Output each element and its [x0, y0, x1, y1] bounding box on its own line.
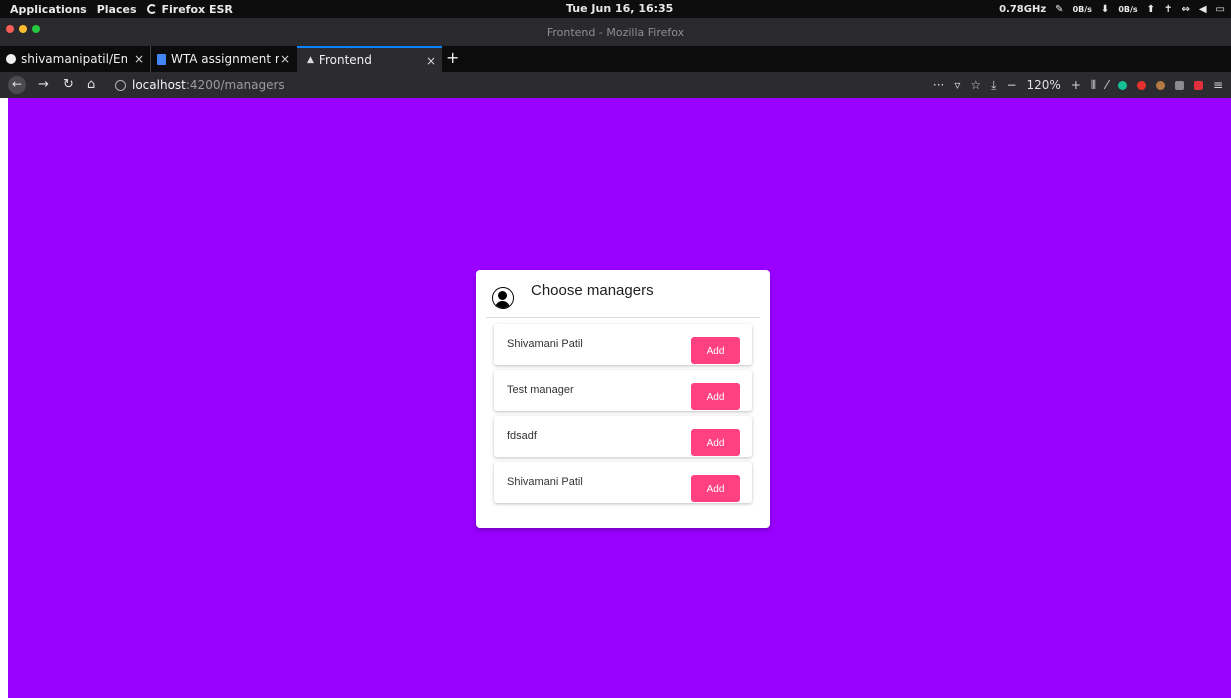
firefox-icon — [146, 4, 157, 14]
net-up-speed: 0B/s — [1118, 4, 1138, 14]
system-menu-group: Applications Places Firefox ESR — [10, 0, 233, 18]
address-bar[interactable]: localhost:4200/managers — [115, 72, 285, 98]
net-down-speed: 0B/s — [1072, 4, 1092, 14]
volume-icon[interactable]: ◀ — [1199, 4, 1207, 15]
tab-close-icon[interactable]: × — [426, 48, 436, 72]
hamburger-menu-icon[interactable]: ≡ — [1213, 78, 1223, 92]
url-host: localhost — [132, 78, 186, 92]
navigation-bar: ← → ↻ ⌂ localhost:4200/managers ··· ▿ ☆ … — [0, 72, 1231, 98]
adblock-extension-icon[interactable] — [1136, 80, 1146, 90]
manager-list-item: Shivamani Patil Add — [494, 324, 752, 365]
new-tab-button[interactable]: + — [446, 46, 459, 72]
system-clock[interactable]: Tue Jun 16, 16:35 — [566, 0, 673, 18]
manager-name: Shivamani Patil — [507, 476, 583, 488]
github-icon — [6, 54, 16, 64]
page-actions-icon[interactable]: ··· — [933, 78, 944, 92]
info-icon[interactable] — [115, 79, 126, 91]
url-path: :4200/managers — [185, 78, 285, 92]
screen: Applications Places Firefox ESR Tue Jun … — [0, 0, 1231, 698]
reload-icon[interactable]: ↻ — [63, 72, 74, 98]
user-avatar-icon — [492, 287, 514, 309]
forward-arrow-icon[interactable]: → — [38, 72, 49, 98]
manager-list-item: Shivamani Patil Add — [494, 462, 752, 503]
cookie-extension-icon[interactable] — [1155, 80, 1165, 90]
tab-label: shivamanipatil/Emp — [21, 52, 127, 66]
zoom-level[interactable]: 120% — [1027, 78, 1061, 92]
tab-strip: shivamanipatil/Emp × WTA assignment r × … — [0, 46, 1231, 72]
card-divider — [486, 317, 760, 318]
add-manager-button[interactable]: Add — [691, 337, 740, 364]
cpu-frequency: 0.78GHz — [999, 3, 1047, 15]
manager-name: Shivamani Patil — [507, 338, 583, 350]
accessibility-icon[interactable]: ✝ — [1164, 4, 1172, 15]
tab-label: Frontend — [318, 53, 372, 67]
firefox-esr-label: Firefox ESR — [161, 2, 233, 16]
system-tray: 0.78GHz ✎ 0B/s ⬇ 0B/s ⬆ ✝ ⇔ ◀ ▭ — [999, 0, 1225, 18]
zoom-out-icon[interactable]: − — [1006, 78, 1016, 92]
firefox-esr-launcher[interactable]: Firefox ESR — [146, 2, 233, 16]
back-arrow-icon[interactable]: ← — [8, 76, 26, 94]
applications-menu[interactable]: Applications — [10, 3, 87, 16]
angular-icon: ▲ — [307, 55, 314, 65]
system-top-bar: Applications Places Firefox ESR Tue Jun … — [0, 0, 1231, 18]
download-arrow-icon: ⬇ — [1100, 3, 1110, 15]
manager-name: fdsadf — [507, 430, 537, 442]
battery-icon[interactable]: ▭ — [1216, 4, 1225, 15]
manager-list-item: Test manager Add — [494, 370, 752, 411]
pocket-icon[interactable]: ▿ — [954, 78, 960, 92]
window-title: Frontend - Mozilla Firefox — [546, 26, 685, 39]
card-title: Choose managers — [531, 282, 654, 299]
bookmark-star-icon[interactable]: ☆ — [970, 78, 981, 92]
home-icon[interactable]: ⌂ — [87, 72, 95, 98]
box-extension-icon[interactable] — [1174, 80, 1184, 90]
grammarly-extension-icon[interactable] — [1117, 80, 1127, 90]
pen-extension-icon[interactable]: ⁄ — [1106, 78, 1108, 92]
tab-github[interactable]: shivamanipatil/Emp × — [0, 46, 150, 72]
tab-frontend[interactable]: ▲ Frontend × — [297, 46, 442, 72]
add-manager-button[interactable]: Add — [691, 429, 740, 456]
managers-list: Shivamani Patil Add Test manager Add fds… — [494, 324, 752, 508]
upload-arrow-icon: ⬆ — [1146, 3, 1156, 15]
choose-managers-card: Choose managers Shivamani Patil Add Test… — [476, 270, 770, 528]
manager-list-item: fdsadf Add — [494, 416, 752, 457]
tab-label: WTA assignment r — [171, 52, 279, 66]
add-manager-button[interactable]: Add — [691, 383, 740, 410]
add-manager-button[interactable]: Add — [691, 475, 740, 502]
google-docs-icon — [157, 53, 166, 65]
red-extension-icon[interactable] — [1193, 80, 1203, 90]
pencil-icon[interactable]: ✎ — [1055, 4, 1063, 15]
toolbar-right: ··· ▿ ☆ ⤓ − 120% + ⫴ ⁄ ≡ — [933, 72, 1223, 98]
zoom-in-icon[interactable]: + — [1071, 78, 1081, 92]
manager-name: Test manager — [507, 384, 574, 396]
tab-wta-assignment[interactable]: WTA assignment r × — [150, 46, 296, 72]
download-icon[interactable]: ⤓ — [991, 78, 996, 93]
window-titlebar: Frontend - Mozilla Firefox — [0, 18, 1231, 46]
network-icon[interactable]: ⇔ — [1181, 4, 1189, 15]
library-icon[interactable]: ⫴ — [1091, 78, 1096, 93]
tab-close-icon[interactable]: × — [280, 46, 290, 72]
places-menu[interactable]: Places — [97, 3, 137, 16]
tab-close-icon[interactable]: × — [134, 46, 144, 72]
